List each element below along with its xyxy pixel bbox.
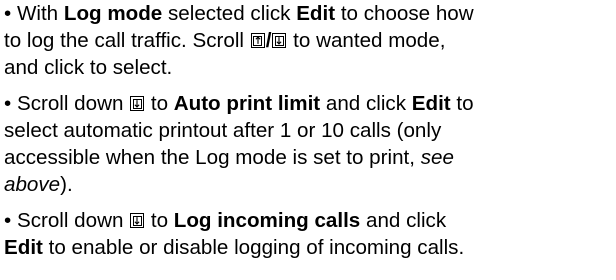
instruction-log-mode: • With Log mode selected click Edit to c…: [4, 0, 616, 81]
cross-reference: above: [4, 173, 61, 196]
text-line: Edit to enable or disable logging of inc…: [4, 234, 616, 261]
text-run: to: [450, 92, 474, 115]
text-run: to enable or disable logging of incoming…: [42, 236, 465, 259]
scroll-down-key-icon: [130, 213, 145, 228]
text-run: to: [145, 92, 174, 115]
term-edit: Edit: [411, 92, 451, 115]
text-line: to log the call traffic. Scroll / to wan…: [4, 27, 616, 54]
scroll-up-key-icon: [250, 33, 265, 48]
text-line: select automatic printout after 1 or 10 …: [4, 117, 616, 144]
text-line: • Scroll down to Log incoming calls and …: [4, 207, 616, 234]
text-line: accessible when the Log mode is set to p…: [4, 144, 616, 171]
scroll-down-key-icon: [130, 96, 145, 111]
text-run: select automatic printout after 1 or 10 …: [4, 119, 442, 142]
slash-separator: /: [265, 29, 272, 52]
text-line: • Scroll down to Auto print limit and cl…: [4, 90, 616, 117]
term-edit: Edit: [4, 236, 43, 259]
text-run: accessible when the Log mode is set to p…: [4, 146, 421, 169]
text-line: above).: [4, 171, 616, 198]
instruction-page: • With Log mode selected click Edit to c…: [0, 0, 616, 280]
text-run: to choose how: [335, 2, 474, 25]
text-run: selected click: [162, 2, 297, 25]
term-log-incoming-calls: Log incoming calls: [173, 209, 361, 232]
text-run: Scroll down: [16, 92, 130, 115]
term-edit: Edit: [296, 2, 336, 25]
text-run: to log the call traffic. Scroll: [4, 29, 250, 52]
text-run: and click: [320, 92, 412, 115]
bullet: •: [4, 2, 12, 25]
text-run: Scroll down: [16, 209, 130, 232]
scroll-down-key-icon: [272, 33, 287, 48]
instruction-log-incoming-calls: • Scroll down to Log incoming calls and …: [4, 207, 616, 261]
term-auto-print-limit: Auto print limit: [173, 92, 321, 115]
text-line: • With Log mode selected click Edit to c…: [4, 0, 616, 27]
term-log-mode: Log mode: [63, 2, 163, 25]
text-run: to: [145, 209, 174, 232]
text-run: With: [16, 2, 64, 25]
text-run: and click to select.: [4, 56, 173, 79]
text-line: and click to select.: [4, 54, 616, 81]
bullet: •: [4, 209, 12, 232]
text-run: to wanted mode,: [287, 29, 446, 52]
text-run: ).: [60, 173, 73, 196]
cross-reference: see: [420, 146, 454, 169]
instruction-auto-print-limit: • Scroll down to Auto print limit and cl…: [4, 90, 616, 198]
bullet: •: [4, 92, 12, 115]
text-run: and click: [360, 209, 447, 232]
